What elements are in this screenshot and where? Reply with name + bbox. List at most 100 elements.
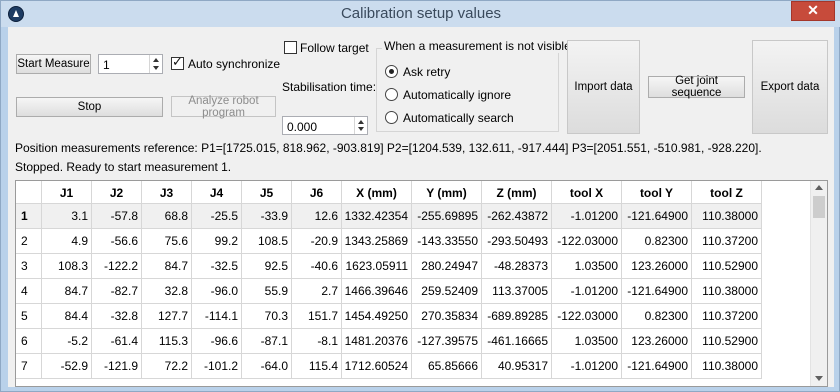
table-cell[interactable]: 1343.25869 <box>342 229 412 254</box>
table-cell[interactable]: 75.6 <box>142 229 192 254</box>
table-row[interactable]: 2 4.9 -56.6 75.6 99.2 108.5 -20.9 1343.25869 -14… <box>16 229 762 254</box>
column-header[interactable]: Y (mm) <box>412 181 482 204</box>
scroll-up-icon[interactable] <box>815 185 823 190</box>
spin-down-icon[interactable] <box>153 66 159 70</box>
table-cell[interactable]: 110.52900 <box>692 254 762 279</box>
table-cell[interactable]: 1466.39646 <box>342 279 412 304</box>
table-row[interactable]: 5 84.4 -32.8 127.7 -114.1 70.3 151.7 1454.49250… <box>16 304 762 329</box>
table-cell[interactable]: 110.38000 <box>692 279 762 304</box>
table-cell[interactable]: 259.52409 <box>412 279 482 304</box>
table-cell[interactable]: 108.5 <box>242 229 292 254</box>
export-data-button[interactable]: Export data <box>752 40 828 134</box>
column-header[interactable]: J1 <box>42 181 92 204</box>
table-cell[interactable]: 110.38000 <box>692 354 762 379</box>
table-row[interactable]: 4 84.7 -82.7 32.8 -96.0 55.9 2.7 1466.39646 259.… <box>16 279 762 304</box>
spin-up-icon[interactable] <box>153 58 159 62</box>
table-cell[interactable]: 0.82300 <box>622 229 692 254</box>
table-cell[interactable]: -101.2 <box>192 354 242 379</box>
vertical-scrollbar[interactable] <box>810 181 827 386</box>
table-cell[interactable]: -121.64900 <box>622 204 692 229</box>
table-cell[interactable]: -114.1 <box>192 304 242 329</box>
table-cell[interactable]: -121.9 <box>92 354 142 379</box>
follow-target-checkbox[interactable] <box>284 41 297 54</box>
table-cell[interactable]: 123.26000 <box>622 329 692 354</box>
table-cell[interactable]: 84.7 <box>142 254 192 279</box>
table-cell[interactable]: -87.1 <box>242 329 292 354</box>
table-cell[interactable]: -121.64900 <box>622 354 692 379</box>
table-cell[interactable]: -33.9 <box>242 204 292 229</box>
table-cell[interactable]: -1.01200 <box>552 279 622 304</box>
table-cell[interactable]: -122.03000 <box>552 304 622 329</box>
row-index[interactable]: 1 <box>16 204 42 229</box>
table-cell[interactable]: -32.8 <box>92 304 142 329</box>
table-cell[interactable]: 0.82300 <box>622 304 692 329</box>
table-cell[interactable]: -293.50493 <box>482 229 552 254</box>
close-button[interactable]: ✕ <box>791 1 835 21</box>
row-index[interactable]: 3 <box>16 254 42 279</box>
table-cell[interactable]: 4.9 <box>42 229 92 254</box>
import-data-button[interactable]: Import data <box>567 40 640 134</box>
table-cell[interactable]: 115.3 <box>142 329 192 354</box>
analyze-robot-program-button[interactable]: Analyze robot program <box>171 95 276 119</box>
table-cell[interactable]: -461.16665 <box>482 329 552 354</box>
column-header[interactable]: J3 <box>142 181 192 204</box>
table-cell[interactable]: -20.9 <box>292 229 342 254</box>
table-cell[interactable]: 70.3 <box>242 304 292 329</box>
table-cell[interactable]: 110.37200 <box>692 304 762 329</box>
table-cell[interactable]: 110.37200 <box>692 229 762 254</box>
table-cell[interactable]: 115.4 <box>292 354 342 379</box>
table-cell[interactable]: 123.26000 <box>622 254 692 279</box>
table-cell[interactable]: 2.7 <box>292 279 342 304</box>
table-cell[interactable]: 84.4 <box>42 304 92 329</box>
table-cell[interactable]: -52.9 <box>42 354 92 379</box>
header-corner[interactable] <box>16 181 42 204</box>
table-cell[interactable]: -143.33550 <box>412 229 482 254</box>
scrollbar-thumb[interactable] <box>813 196 825 218</box>
table-cell[interactable]: -25.5 <box>192 204 242 229</box>
table-cell[interactable]: -1.01200 <box>552 354 622 379</box>
table-cell[interactable]: -122.03000 <box>552 229 622 254</box>
table-cell[interactable]: -122.2 <box>92 254 142 279</box>
table-cell[interactable]: 280.24947 <box>412 254 482 279</box>
table-row[interactable]: 1 3.1 -57.8 68.8 -25.5 -33.9 12.6 1332.42354 -25… <box>16 204 762 229</box>
table-cell[interactable]: -8.1 <box>292 329 342 354</box>
table-cell[interactable]: 270.35834 <box>412 304 482 329</box>
table-cell[interactable]: 99.2 <box>192 229 242 254</box>
column-header[interactable]: tool X <box>552 181 622 204</box>
row-index[interactable]: 2 <box>16 229 42 254</box>
table-cell[interactable]: -96.6 <box>192 329 242 354</box>
table-cell[interactable]: 151.7 <box>292 304 342 329</box>
column-header[interactable]: J2 <box>92 181 142 204</box>
table-cell[interactable]: -689.89285 <box>482 304 552 329</box>
scroll-down-icon[interactable] <box>815 376 823 381</box>
start-measure-button[interactable]: Start Measure <box>16 54 91 74</box>
spin-up-icon[interactable] <box>358 120 364 124</box>
row-index[interactable]: 7 <box>16 354 42 379</box>
row-index[interactable]: 4 <box>16 279 42 304</box>
table-cell[interactable]: 65.85666 <box>412 354 482 379</box>
radio-automatically-search[interactable] <box>385 111 398 124</box>
table-cell[interactable]: 32.8 <box>142 279 192 304</box>
table-row[interactable]: 7 -52.9 -121.9 72.2 -101.2 -64.0 115.4 1712.605… <box>16 354 762 379</box>
table-cell[interactable]: 1481.20376 <box>342 329 412 354</box>
table-cell[interactable]: -127.39575 <box>412 329 482 354</box>
table-cell[interactable]: 3.1 <box>42 204 92 229</box>
table-cell[interactable]: 110.38000 <box>692 204 762 229</box>
table-cell[interactable]: 40.95317 <box>482 354 552 379</box>
table-cell[interactable]: -1.01200 <box>552 204 622 229</box>
radio-ask-retry[interactable] <box>385 65 398 78</box>
measurement-count-spinbox[interactable]: 1 <box>98 54 163 74</box>
table-cell[interactable]: 127.7 <box>142 304 192 329</box>
column-header[interactable]: J5 <box>242 181 292 204</box>
row-index[interactable]: 6 <box>16 329 42 354</box>
table-cell[interactable]: -5.2 <box>42 329 92 354</box>
spin-arrows[interactable] <box>149 55 162 73</box>
column-header[interactable]: X (mm) <box>342 181 412 204</box>
table-cell[interactable]: -48.28373 <box>482 254 552 279</box>
stabilisation-time-spinbox[interactable]: 0.000 <box>282 116 368 135</box>
table-cell[interactable]: 110.52900 <box>692 329 762 354</box>
auto-synchronize-checkbox[interactable] <box>171 55 184 70</box>
table-cell[interactable]: -40.6 <box>292 254 342 279</box>
stop-button[interactable]: Stop <box>16 97 163 117</box>
column-header[interactable]: J6 <box>292 181 342 204</box>
